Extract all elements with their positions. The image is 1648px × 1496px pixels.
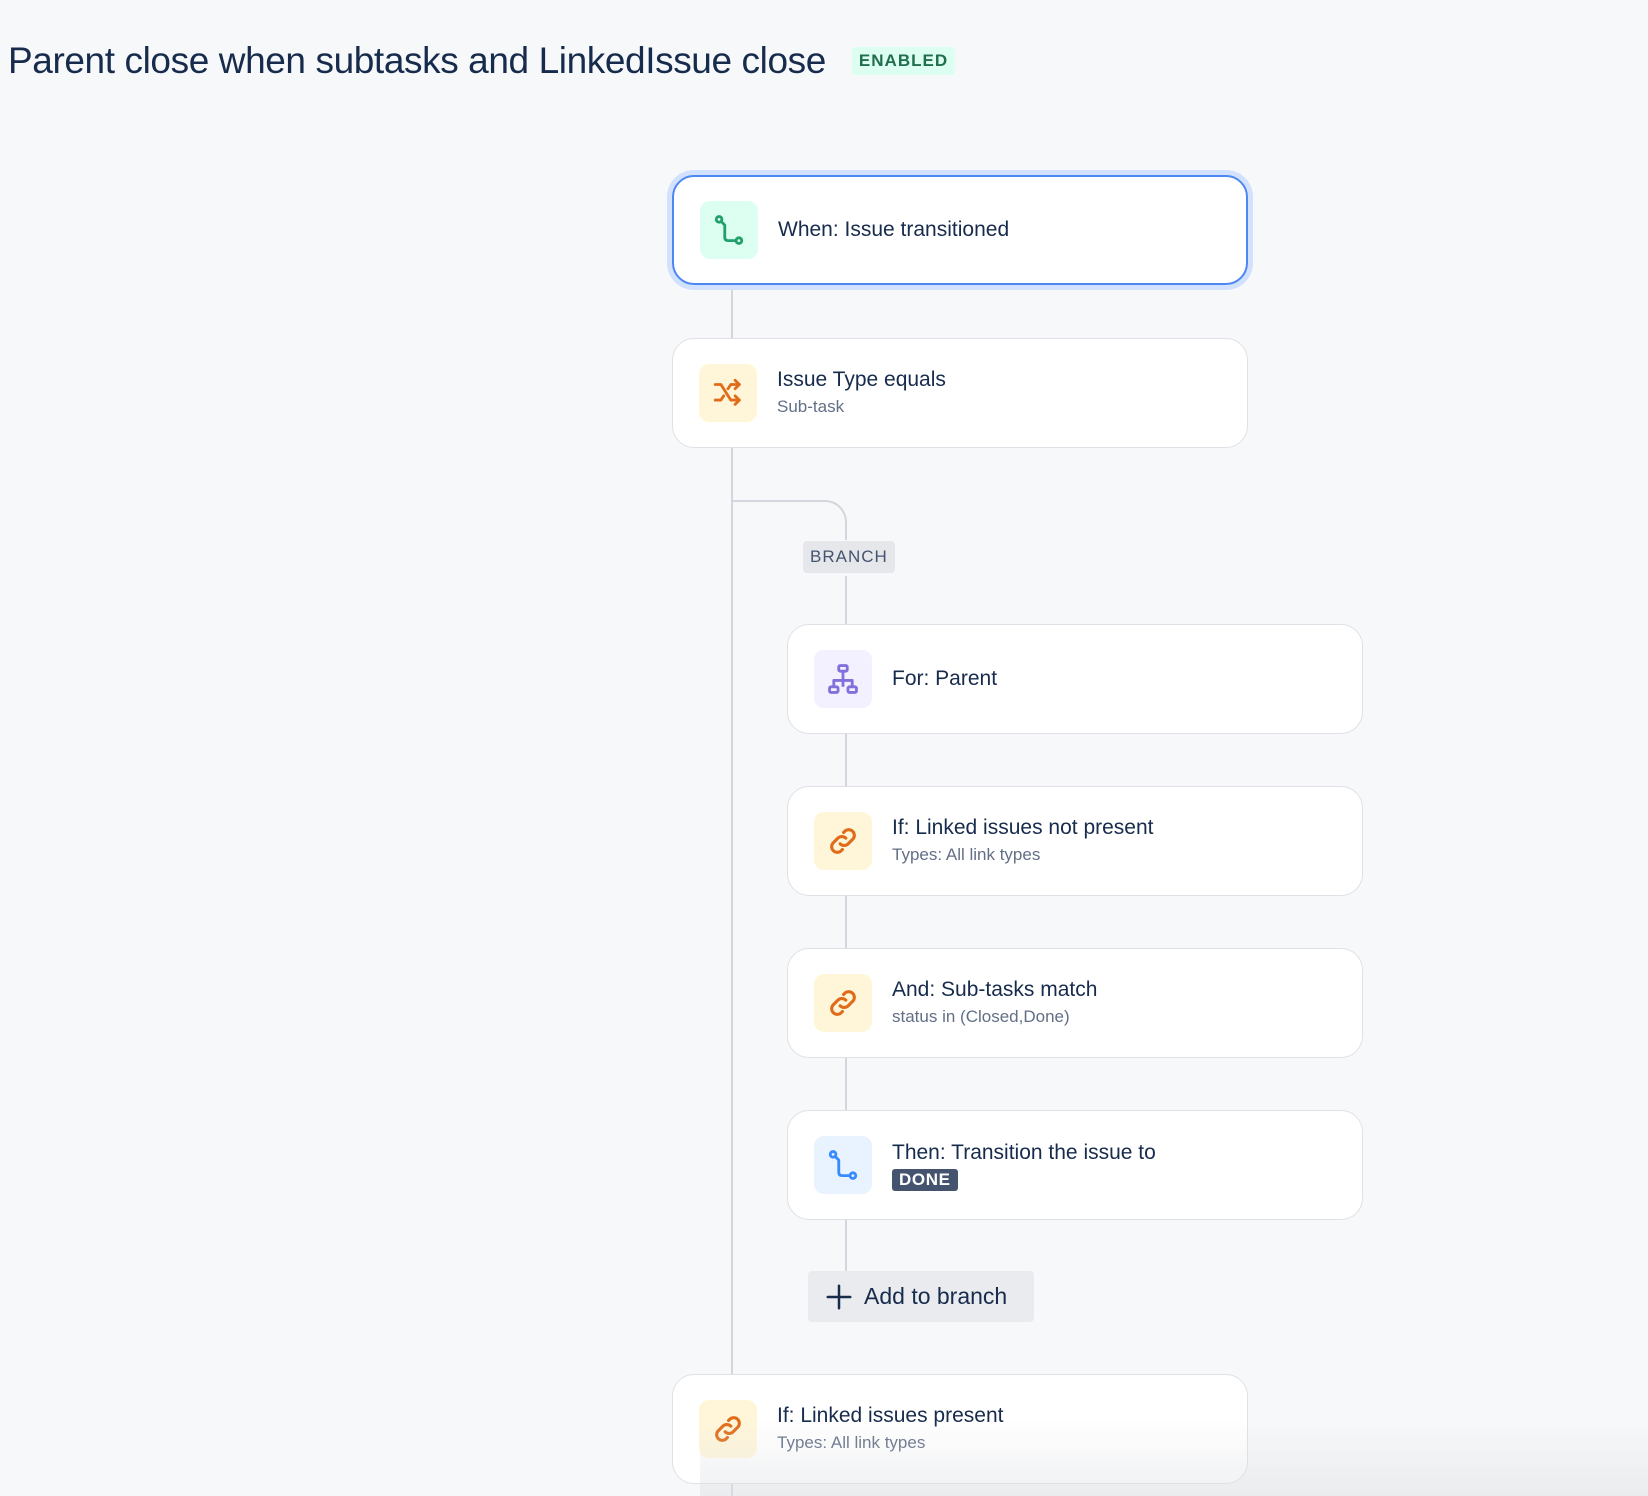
branch-then-text: Then: Transition the issue to DONE [892,1140,1156,1191]
branch-if-subtitle: Types: All link types [892,845,1041,864]
main-connector [731,290,733,1496]
condition-text: Issue Type equals Sub-task [777,367,946,419]
branch-if-card[interactable]: If: Linked issues not present Types: All… [787,786,1363,896]
branch-label: BRANCH [803,541,895,573]
link-icon [814,812,872,870]
trigger-text: When: Issue transitioned [778,217,1009,243]
after-if-title: If: Linked issues present [777,1404,1004,1427]
after-if-subtitle: Types: All link types [777,1433,926,1452]
link-icon [814,974,872,1032]
branch-then-card[interactable]: Then: Transition the issue to DONE [787,1110,1363,1220]
transition-icon [814,1136,872,1194]
status-badge: ENABLED [851,47,956,75]
branch-and-subtitle: status in (Closed,Done) [892,1007,1070,1026]
branch-connector-curve [731,500,847,540]
after-if-card[interactable]: If: Linked issues present Types: All lin… [672,1374,1248,1484]
branch-for-card[interactable]: For: Parent [787,624,1363,734]
link-icon [699,1400,757,1458]
condition-title: Issue Type equals [777,368,946,391]
branch-if-text: If: Linked issues not present Types: All… [892,815,1154,867]
after-if-text: If: Linked issues present Types: All lin… [777,1403,1003,1455]
plus-icon [826,1284,852,1309]
page-title: Parent close when subtasks and LinkedIss… [8,40,826,81]
hierarchy-icon [814,650,872,708]
trigger-title: When: Issue transitioned [778,218,1010,241]
branch-if-title: If: Linked issues not present [892,816,1154,839]
branch-and-text: And: Sub-tasks match status in (Closed,D… [892,977,1097,1029]
add-to-branch-label: Add to branch [864,1283,1008,1309]
status-lozenge-done: DONE [892,1168,958,1191]
branch-connector-top [845,576,847,626]
branch-for-text: For: Parent [892,666,997,692]
shuffle-icon [699,364,757,422]
branch-then-title: Then: Transition the issue to [892,1140,1156,1164]
branch-and-title: And: Sub-tasks match [892,978,1098,1001]
condition-card[interactable]: Issue Type equals Sub-task [672,338,1248,448]
transition-icon [700,201,758,259]
branch-and-card[interactable]: And: Sub-tasks match status in (Closed,D… [787,948,1363,1058]
page-header: Parent close when subtasks and LinkedIss… [8,36,956,86]
branch-for-title: For: Parent [892,667,998,690]
add-to-branch-button[interactable]: Add to branch [808,1271,1034,1322]
condition-subtitle: Sub-task [777,397,845,416]
trigger-card[interactable]: When: Issue transitioned [672,175,1248,285]
